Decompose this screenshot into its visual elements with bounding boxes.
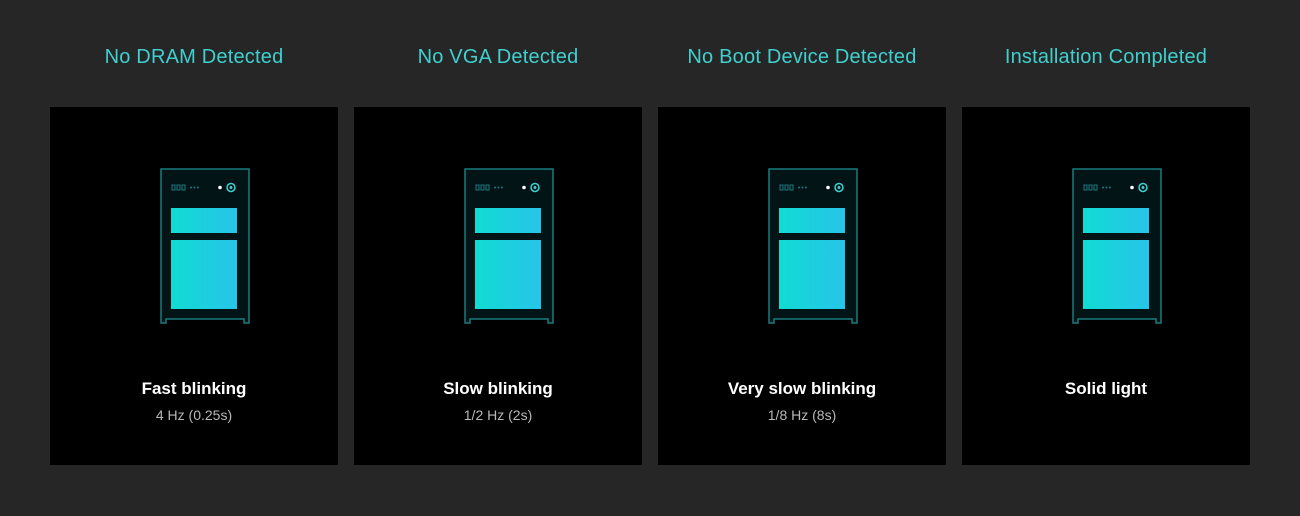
state-panel: Slow blinking 1/2 Hz (2s) xyxy=(354,107,642,465)
state-panel: Very slow blinking 1/8 Hz (8s) xyxy=(658,107,946,465)
blink-pattern-label: Slow blinking xyxy=(443,379,553,398)
blink-frequency: 1/2 Hz (2s) xyxy=(463,407,533,423)
blink-pattern-label: Fast blinking xyxy=(141,379,247,398)
pc-tower-icon xyxy=(768,168,858,324)
pc-tower-icon xyxy=(160,168,250,324)
ez-debug-led-legend: No DRAM Detected Fast blinking 4 Hz (0.2… xyxy=(0,0,1300,516)
blink-pattern-label: Solid light xyxy=(1064,379,1148,398)
blink-pattern-label: Very slow blinking xyxy=(727,379,877,398)
pc-tower-icon xyxy=(464,168,554,324)
blink-frequency: 4 Hz (0.25s) xyxy=(155,407,233,423)
state-title: No VGA Detected xyxy=(417,46,579,68)
pc-tower-icon xyxy=(1072,168,1162,324)
state-title: No DRAM Detected xyxy=(104,46,284,68)
blink-frequency: 1/8 Hz (8s) xyxy=(767,407,837,423)
state-panel: Fast blinking 4 Hz (0.25s) xyxy=(50,107,338,465)
state-title: No Boot Device Detected xyxy=(687,46,917,68)
state-title: Installation Completed xyxy=(1004,46,1208,68)
state-panel: Solid light xyxy=(962,107,1250,465)
